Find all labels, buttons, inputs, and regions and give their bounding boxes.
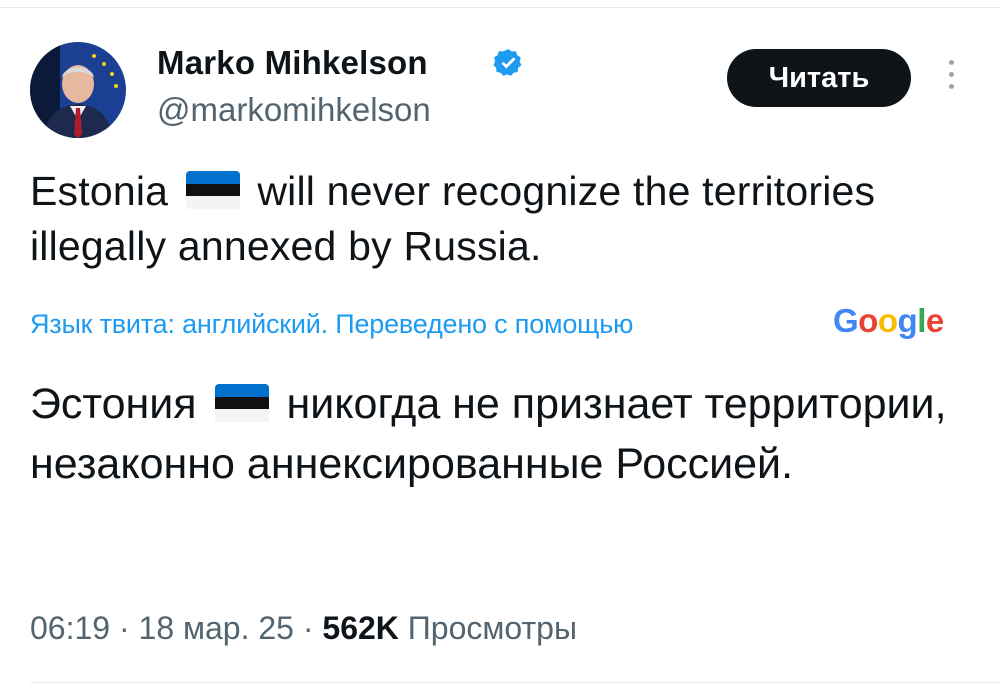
estonia-flag-icon [185, 171, 240, 209]
bottom-divider [30, 682, 1000, 683]
estonia-flag-icon [214, 384, 269, 422]
avatar[interactable] [30, 42, 126, 138]
verified-badge-icon [493, 49, 522, 76]
google-logo: Google [833, 302, 944, 339]
top-divider [0, 7, 1000, 8]
follow-button[interactable]: Читать [727, 49, 911, 107]
tweet-text: Estonia will never recognize the territo… [30, 164, 890, 274]
tweet-meta: 06:19 · 18 мар. 25 · 562K Просмотры [30, 606, 577, 650]
more-options-icon[interactable] [944, 60, 958, 96]
translation-note[interactable]: Язык твита: английский. Переведено с пом… [30, 304, 633, 344]
translated-text-part: Эстония [30, 380, 197, 428]
views-count[interactable]: 562K [322, 610, 399, 646]
separator: · [118, 610, 130, 646]
views-label: Просмотры [407, 610, 577, 646]
separator: · [302, 610, 314, 646]
author-handle[interactable]: @markomihkelson [157, 90, 431, 130]
avatar-image [30, 42, 126, 138]
tweet-time[interactable]: 06:19 [30, 610, 110, 646]
author-name[interactable]: Marko Mihkelson [157, 43, 428, 83]
translated-text: Эстония никогда не признает территории, … [30, 374, 990, 494]
tweet-date[interactable]: 18 мар. 25 [139, 610, 294, 646]
tweet-text-part: Estonia [30, 168, 169, 214]
